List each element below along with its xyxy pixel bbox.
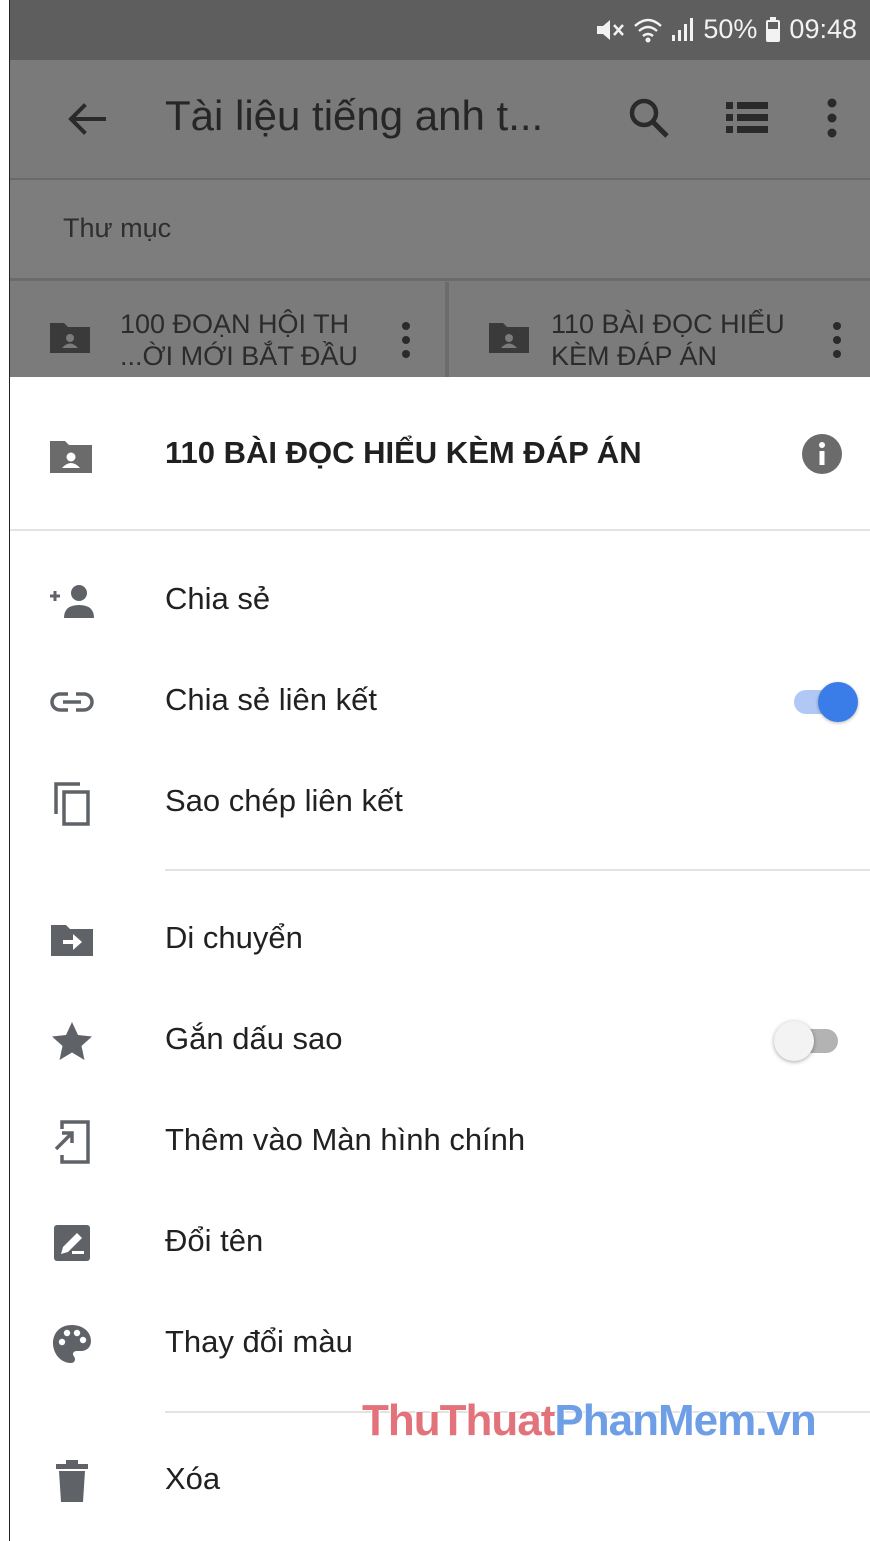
section-header: Thư mục [10,180,870,281]
divider [165,869,870,871]
menu-label: Chia sẻ [165,581,271,616]
status-bar: 50% 09:48 [10,0,870,60]
menu-item-share[interactable]: Chia sẻ [10,551,870,651]
sheet-header: 110 BÀI ĐỌC HIỂU KÈM ĐÁP ÁN [10,377,870,531]
background-app: 50% 09:48 Tài liệu tiếng anh t... Thư mụ… [10,0,870,377]
menu-item-add-to-home[interactable]: Thêm vào Màn hình chính [10,1092,870,1192]
star-toggle[interactable] [774,1021,846,1061]
sheet-title: 110 BÀI ĐỌC HIỂU KÈM ĐÁP ÁN [165,435,642,470]
add-person-icon [48,581,96,621]
more-vert-icon[interactable] [822,94,842,142]
menu-label: Đổi tên [165,1223,264,1258]
folder-name: 110 BÀI ĐỌC HIỂU KÈM ĐÁP ÁN [551,309,785,371]
share-link-toggle[interactable] [786,682,858,722]
info-icon[interactable] [801,433,843,475]
menu-label: Di chuyển [165,920,303,955]
list-view-icon[interactable] [722,94,772,142]
palette-icon [48,1324,96,1364]
back-arrow-icon[interactable] [64,96,110,142]
copy-icon [48,780,96,826]
folder-card[interactable]: 110 BÀI ĐỌC HIỂU KÈM ĐÁP ÁN [449,282,870,377]
menu-item-delete[interactable]: Xóa [10,1431,870,1531]
move-folder-icon [48,920,96,960]
menu-item-copy-link[interactable]: Sao chép liên kết [10,753,870,853]
folder-title: Tài liệu tiếng anh t... [165,92,544,139]
watermark-logo: ThuThuatPhanMem.vn [362,1396,817,1446]
folder-name: 100 ĐOẠN HỘI TH ...ỜI MỚI BẮT ĐẦU [120,309,358,371]
shared-folder-icon [50,441,92,473]
menu-item-share-link[interactable]: Chia sẻ liên kết [10,652,870,752]
star-icon [48,1021,96,1061]
wifi-icon [634,18,663,42]
menu-item-rename[interactable]: Đổi tên [10,1193,870,1293]
signal-icon [672,17,694,41]
menu-label: Gắn dấu sao [165,1021,343,1056]
battery-icon [766,16,781,42]
folder-card[interactable]: 100 ĐOẠN HỘI TH ...ỜI MỚI BẮT ĐẦU [10,282,445,377]
shared-folder-icon [50,323,90,353]
menu-item-star[interactable]: Gắn dấu sao [10,991,870,1091]
more-vert-icon[interactable] [398,320,414,360]
clock: 09:48 [789,14,857,44]
menu-item-move[interactable]: Di chuyển [10,890,870,990]
watermark-part: ThuThuat [362,1396,555,1445]
menu-label: Sao chép liên kết [165,783,403,818]
mute-icon [597,19,625,40]
toggle-knob [774,1021,814,1061]
app-toolbar: Tài liệu tiếng anh t... [10,60,870,180]
rename-icon [48,1223,96,1263]
watermark-part: PhanMem.vn [554,1396,816,1445]
menu-label: Xóa [165,1461,221,1496]
toggle-knob [818,682,858,722]
app-frame: 50% 09:48 Tài liệu tiếng anh t... Thư mụ… [9,0,870,1541]
shared-folder-icon [489,323,529,353]
menu-label: Thay đổi màu [165,1324,353,1359]
bottom-sheet: 110 BÀI ĐỌC HIỂU KÈM ĐÁP ÁN Chia sẻ Chia… [10,377,870,1541]
search-icon[interactable] [625,94,673,142]
trash-icon [48,1459,96,1503]
link-icon [48,682,96,722]
add-to-home-icon [48,1119,96,1165]
menu-label: Thêm vào Màn hình chính [165,1122,526,1157]
battery-percent: 50% [703,14,758,44]
menu-label: Chia sẻ liên kết [165,682,377,717]
menu-item-change-color[interactable]: Thay đổi màu [10,1294,870,1394]
more-vert-icon[interactable] [829,320,845,360]
section-label: Thư mục [63,213,172,243]
status-icons: 50% 09:48 [595,14,857,45]
